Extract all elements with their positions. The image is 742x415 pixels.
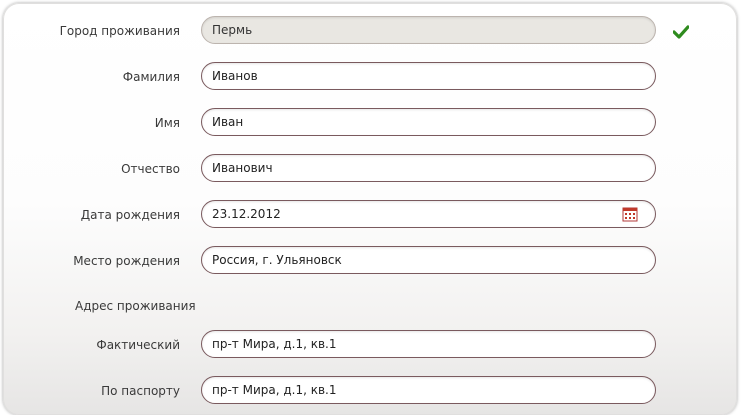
birth-date-label: Дата рождения xyxy=(80,208,180,222)
passport-address-row: По паспорту пр-т Мира, д.1, кв.1 xyxy=(0,376,742,408)
patronymic-label: Отчество xyxy=(121,162,180,176)
city-field: Пермь xyxy=(201,16,656,44)
birth-place-row: Место рождения Россия, г. Ульяновск xyxy=(0,246,742,278)
passport-address-label: По паспорту xyxy=(101,384,180,398)
check-icon xyxy=(673,25,689,39)
birth-place-label: Место рождения xyxy=(73,254,180,268)
passport-address-input[interactable]: пр-т Мира, д.1, кв.1 xyxy=(201,376,656,404)
last-name-row: Фамилия Иванов xyxy=(0,62,742,94)
calendar-icon[interactable] xyxy=(622,206,638,222)
patronymic-row: Отчество Иванович xyxy=(0,154,742,186)
birth-place-input[interactable]: Россия, г. Ульяновск xyxy=(201,246,656,274)
city-label: Город проживания xyxy=(59,24,180,38)
first-name-label: Имя xyxy=(154,116,180,130)
last-name-input[interactable]: Иванов xyxy=(201,62,656,90)
address-section-heading: Адрес проживания xyxy=(75,299,196,313)
first-name-row: Имя Иван xyxy=(0,108,742,140)
actual-address-input[interactable]: пр-т Мира, д.1, кв.1 xyxy=(201,330,656,358)
birth-date-input[interactable]: 23.12.2012 xyxy=(201,200,656,228)
last-name-label: Фамилия xyxy=(122,70,180,84)
actual-address-row: Фактический пр-т Мира, д.1, кв.1 xyxy=(0,330,742,362)
actual-address-label: Фактический xyxy=(96,338,180,352)
patronymic-input[interactable]: Иванович xyxy=(201,154,656,182)
city-row: Город проживания Пермь xyxy=(0,16,742,48)
first-name-input[interactable]: Иван xyxy=(201,108,656,136)
